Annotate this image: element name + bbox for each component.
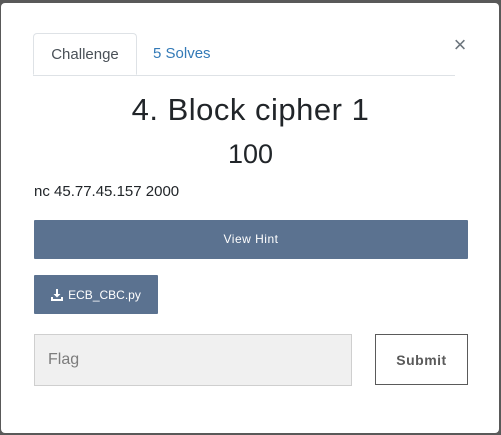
challenge-points: 100 bbox=[227, 139, 274, 169]
download-file-label: ECB_CBC.py bbox=[68, 287, 141, 302]
tab-solves[interactable]: 5 Solves bbox=[153, 33, 211, 75]
flag-input[interactable] bbox=[34, 334, 352, 386]
view-hint-button[interactable]: View Hint bbox=[34, 220, 468, 259]
challenge-tabs: Challenge 5 Solves bbox=[33, 33, 455, 76]
close-icon[interactable]: × bbox=[451, 34, 469, 56]
tab-challenge[interactable]: Challenge bbox=[33, 33, 137, 75]
challenge-title: 4. Block cipher 1 bbox=[131, 92, 370, 127]
download-icon bbox=[51, 288, 64, 301]
download-file-button[interactable]: ECB_CBC.py bbox=[34, 275, 158, 314]
challenge-description: nc 45.77.45.157 2000 bbox=[34, 183, 180, 200]
submit-button[interactable]: Submit bbox=[375, 334, 468, 385]
